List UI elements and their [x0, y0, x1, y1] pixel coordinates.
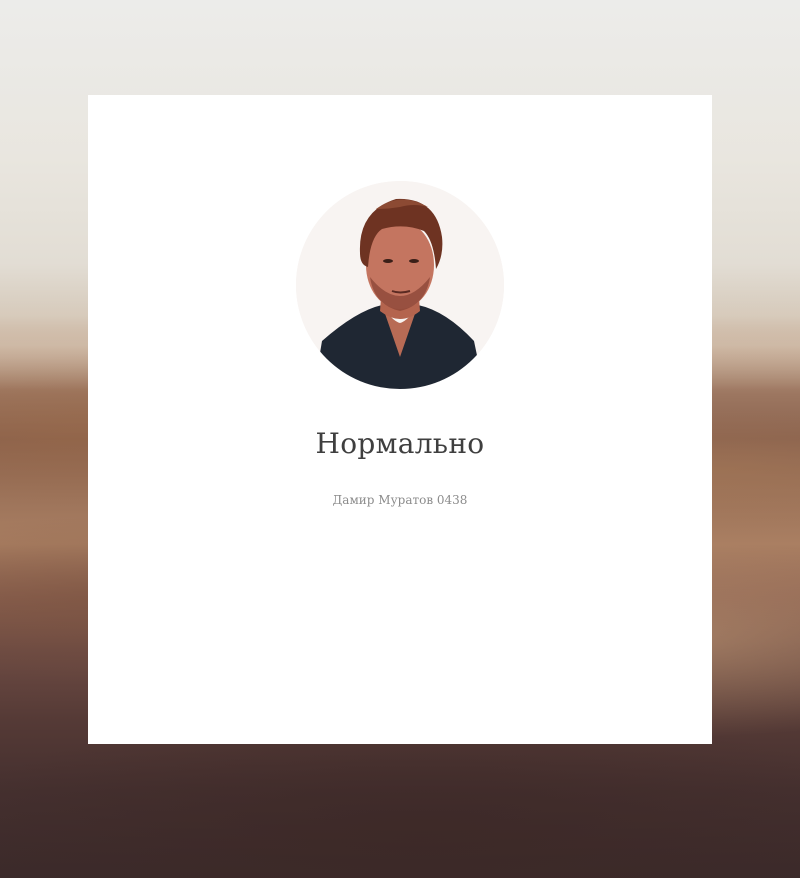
profile-card: Нормально Дамир Муратов 0438	[88, 95, 712, 744]
avatar-portrait	[296, 181, 504, 389]
user-name-label: Дамир Муратов 0438	[332, 493, 468, 507]
avatar	[296, 181, 504, 389]
status-title: Нормально	[315, 427, 485, 460]
